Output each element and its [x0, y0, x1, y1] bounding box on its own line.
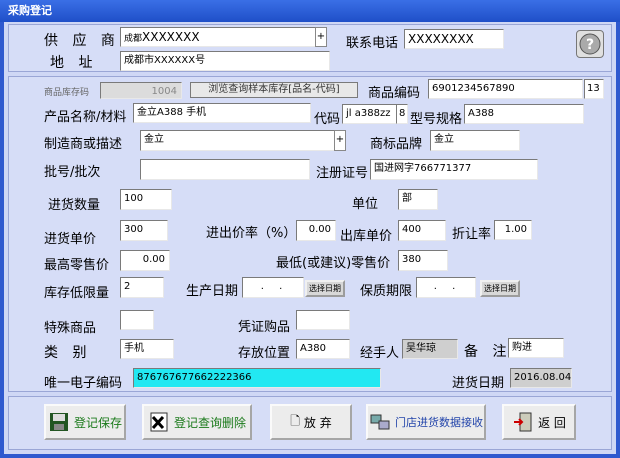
in-date-input: 2016.08.04	[510, 368, 572, 388]
model-label: 型号规格	[410, 112, 463, 127]
shelf-label: 保质期限	[360, 284, 413, 299]
product-name-label: 产品名称/材料	[44, 110, 127, 125]
out-price-input[interactable]: 400	[398, 220, 446, 241]
min-retail-input[interactable]: 380	[398, 250, 448, 271]
phone-input[interactable]: XXXXXXXX	[404, 29, 504, 49]
code-label: 代码	[314, 112, 341, 127]
shelf-input[interactable]: . .	[416, 277, 476, 298]
help-icon[interactable]: ?	[576, 30, 604, 58]
code-length: 8	[396, 104, 408, 124]
category-label: 类 别	[44, 345, 92, 361]
query-delete-button[interactable]: 登记查询删除	[142, 404, 252, 440]
back-button[interactable]: 返 回	[502, 404, 576, 440]
lib-code-label: 商品库存码	[44, 88, 90, 98]
discount-input[interactable]: 1.00	[494, 220, 532, 240]
reg-label: 注册证号	[316, 166, 369, 181]
goods-code-input[interactable]: 6901234567890	[428, 79, 583, 99]
rate-label: 进出价率（%）	[206, 226, 297, 241]
min-stock-input[interactable]: 2	[120, 277, 164, 298]
supplier-dropdown-button[interactable]: +	[315, 27, 327, 47]
qty-label: 进货数量	[48, 198, 101, 213]
handler-label: 经手人	[360, 346, 400, 361]
remark-label: 备 注	[464, 344, 512, 360]
price-label: 进货单价	[44, 232, 97, 247]
reg-input[interactable]: 国进网字766771377	[370, 159, 538, 180]
prod-date-label: 生产日期	[186, 284, 239, 299]
goods-code-length: 13	[584, 79, 604, 99]
special-input[interactable]	[120, 310, 154, 330]
location-label: 存放位置	[238, 346, 291, 361]
address-input[interactable]: 成都市XXXXXX号	[120, 51, 330, 71]
prod-date-input[interactable]: . .	[242, 277, 304, 298]
price-input[interactable]: 300	[120, 220, 168, 241]
floppy-disk-icon	[48, 411, 70, 433]
prod-date-picker-button[interactable]: 选择日期	[305, 280, 345, 297]
ecode-label: 唯一电子编码	[44, 376, 123, 391]
voucher-label: 凭证购品	[238, 320, 291, 335]
unit-label: 单位	[352, 197, 379, 212]
brand-input[interactable]: 金立	[430, 130, 520, 151]
save-button[interactable]: 登记保存	[44, 404, 126, 440]
product-name-input[interactable]: 金立A388 手机	[133, 103, 311, 123]
query-delete-label: 登记查询删除	[173, 415, 246, 430]
rate-input[interactable]: 0.00	[296, 220, 336, 241]
back-label: 返 回	[538, 415, 566, 430]
save-label: 登记保存	[73, 415, 122, 430]
category-input[interactable]: 手机	[120, 339, 174, 359]
code-input[interactable]: jl a388zz	[342, 104, 397, 124]
maker-dropdown-button[interactable]: +	[334, 130, 346, 151]
exit-door-icon	[512, 411, 534, 433]
maker-input[interactable]: 金立	[140, 130, 336, 151]
shelf-date-picker-button[interactable]: 选择日期	[480, 280, 520, 297]
handler-input[interactable]: 吴华琼	[402, 339, 458, 359]
max-retail-label: 最高零售价	[44, 258, 110, 273]
qty-input[interactable]: 100	[120, 189, 172, 210]
store-receive-label: 门店进货数据接收	[395, 416, 483, 429]
phone-label: 联系电话	[346, 36, 399, 51]
in-date-label: 进货日期	[452, 376, 505, 391]
ecode-input[interactable]: 876767677662222366	[133, 368, 381, 388]
model-input[interactable]: A388	[464, 104, 584, 124]
network-computer-icon	[369, 411, 391, 433]
max-retail-input[interactable]: 0.00	[120, 250, 170, 271]
discount-label: 折让率	[452, 227, 492, 242]
min-retail-label: 最低(或建议)零售价	[276, 256, 391, 271]
abandon-label: 放 弃	[303, 415, 332, 430]
brand-label: 商标品牌	[370, 137, 423, 152]
goods-code-label: 商品编码	[368, 86, 421, 101]
batch-input[interactable]	[140, 159, 310, 180]
supplier-label: 供 应 商	[44, 33, 120, 49]
address-label: 地 址	[50, 55, 98, 71]
window-title: 采购登记	[0, 0, 620, 22]
batch-label: 批号/批次	[44, 165, 101, 180]
location-input[interactable]: A380	[296, 339, 350, 359]
abandon-button[interactable]: 🗋 放 弃	[270, 404, 352, 440]
document-icon: 🗋	[290, 413, 300, 428]
maker-label: 制造商或描述	[44, 137, 123, 152]
svg-text:?: ?	[586, 37, 594, 53]
out-price-label: 出库单价	[340, 229, 393, 244]
voucher-input[interactable]	[296, 310, 350, 330]
unit-input[interactable]: 部	[398, 189, 438, 210]
supplier-input[interactable]: 成都XXXXXXX	[120, 27, 318, 47]
special-label: 特殊商品	[44, 321, 97, 336]
remark-input[interactable]: 购进	[508, 338, 564, 358]
delete-document-icon	[148, 411, 170, 433]
browse-library-button[interactable]: 浏览查询样本库存[品名-代码]	[190, 82, 358, 98]
store-receive-button[interactable]: 门店进货数据接收	[366, 404, 486, 440]
lib-code-input: 1004	[100, 82, 182, 99]
min-stock-label: 库存低限量	[44, 286, 110, 301]
